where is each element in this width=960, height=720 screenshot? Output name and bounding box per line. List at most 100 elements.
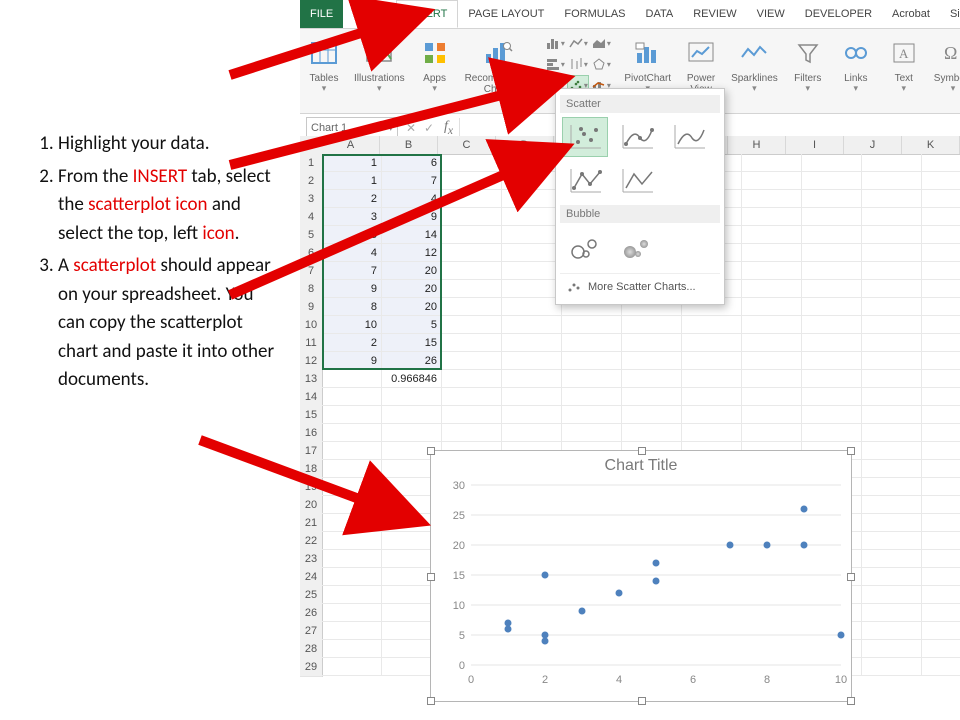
row-header[interactable]: 9 — [300, 298, 323, 317]
cell[interactable] — [922, 586, 960, 604]
cell[interactable] — [682, 370, 742, 388]
cell[interactable] — [802, 226, 862, 244]
cell[interactable] — [922, 316, 960, 334]
row-header[interactable]: 27 — [300, 622, 323, 641]
cell[interactable] — [862, 604, 922, 622]
cell[interactable]: 3 — [322, 208, 382, 226]
cell[interactable] — [622, 316, 682, 334]
insert-stock-chart-icon[interactable]: ▾ — [567, 54, 589, 74]
cell[interactable] — [442, 172, 502, 190]
row-header[interactable]: 16 — [300, 424, 323, 443]
cell[interactable] — [922, 478, 960, 496]
cell[interactable] — [802, 316, 862, 334]
row-header[interactable]: 20 — [300, 496, 323, 515]
cell[interactable]: 20 — [382, 298, 442, 316]
row-header[interactable]: 3 — [300, 190, 323, 209]
tab-data[interactable]: DATA — [636, 0, 684, 28]
row-header[interactable]: 29 — [300, 658, 323, 677]
cell[interactable]: 1 — [322, 154, 382, 172]
cell[interactable] — [562, 334, 622, 352]
ribbon-links[interactable]: Links▾ — [832, 33, 880, 109]
chart-title[interactable]: Chart Title — [431, 457, 851, 475]
cell[interactable]: 2 — [322, 190, 382, 208]
insert-radar-chart-icon[interactable]: ▾ — [590, 54, 612, 74]
cell[interactable]: 20 — [382, 280, 442, 298]
cell[interactable] — [322, 388, 382, 406]
row-header[interactable]: 1 — [300, 154, 323, 173]
cell[interactable] — [802, 280, 862, 298]
more-scatter-charts[interactable]: More Scatter Charts... — [560, 273, 720, 296]
cell[interactable] — [802, 406, 862, 424]
insert-bar-chart-icon[interactable]: ▾ — [544, 54, 566, 74]
cell[interactable]: 15 — [382, 334, 442, 352]
user-menu[interactable]: Siegle, Del▼ — [940, 0, 960, 28]
cell[interactable] — [802, 208, 862, 226]
row-header[interactable]: 22 — [300, 532, 323, 551]
cell[interactable] — [922, 622, 960, 640]
cell[interactable] — [442, 244, 502, 262]
row-header[interactable]: 28 — [300, 640, 323, 659]
col-header[interactable]: A — [322, 136, 380, 154]
row-header[interactable]: 26 — [300, 604, 323, 623]
col-header[interactable]: J — [844, 136, 902, 154]
cell[interactable] — [922, 334, 960, 352]
cell[interactable] — [862, 640, 922, 658]
cell[interactable] — [502, 406, 562, 424]
cell[interactable] — [862, 298, 922, 316]
cell[interactable] — [742, 388, 802, 406]
cell[interactable] — [442, 316, 502, 334]
ribbon-illustrations[interactable]: Illustrations▾ — [348, 33, 411, 109]
cell[interactable] — [502, 190, 562, 208]
cell[interactable] — [322, 532, 382, 550]
cell[interactable] — [562, 406, 622, 424]
cell[interactable] — [502, 154, 562, 172]
cell[interactable] — [862, 352, 922, 370]
ribbon-filters[interactable]: Filters▾ — [784, 33, 832, 109]
cancel-formula-icon[interactable]: ✕ — [402, 119, 420, 137]
fx-icon[interactable]: fx — [444, 119, 453, 137]
cell[interactable] — [802, 370, 862, 388]
cell[interactable] — [862, 262, 922, 280]
cell[interactable] — [922, 370, 960, 388]
embedded-scatter-chart[interactable]: Chart Title 0510152025300246810 — [430, 450, 852, 702]
cell[interactable] — [622, 388, 682, 406]
cell[interactable] — [622, 370, 682, 388]
col-header[interactable]: K — [902, 136, 960, 154]
ribbon-text[interactable]: A Text▾ — [880, 33, 928, 109]
cell[interactable] — [742, 262, 802, 280]
cell[interactable] — [682, 352, 742, 370]
scatter-option-straight-lines[interactable] — [614, 161, 660, 201]
cell[interactable] — [862, 568, 922, 586]
insert-area-chart-icon[interactable]: ▾ — [590, 33, 612, 53]
cell[interactable] — [922, 532, 960, 550]
cell[interactable] — [622, 406, 682, 424]
cell[interactable] — [322, 568, 382, 586]
cell[interactable] — [862, 406, 922, 424]
cell[interactable] — [922, 190, 960, 208]
tab-file[interactable]: FILE — [300, 0, 343, 28]
cell[interactable]: 26 — [382, 352, 442, 370]
cell[interactable] — [802, 172, 862, 190]
cell[interactable]: 7 — [322, 262, 382, 280]
ribbon-tables[interactable]: Tables▾ — [300, 33, 348, 109]
cell[interactable]: 2 — [322, 334, 382, 352]
row-header[interactable]: 21 — [300, 514, 323, 533]
cell[interactable] — [502, 172, 562, 190]
tab-formulas[interactable]: FORMULAS — [554, 0, 635, 28]
cell[interactable]: 12 — [382, 244, 442, 262]
bubble-option-3d[interactable] — [614, 227, 660, 267]
cell[interactable] — [442, 190, 502, 208]
cell[interactable]: 6 — [382, 154, 442, 172]
tab-developer[interactable]: DEVELOPER — [795, 0, 882, 28]
insert-line-chart-icon[interactable]: ▾ — [567, 33, 589, 53]
row-header[interactable]: 8 — [300, 280, 323, 299]
cell[interactable] — [922, 172, 960, 190]
cell[interactable] — [922, 226, 960, 244]
row-header[interactable]: 7 — [300, 262, 323, 281]
cell[interactable] — [742, 334, 802, 352]
row-header[interactable]: 15 — [300, 406, 323, 425]
cell[interactable]: 9 — [382, 208, 442, 226]
cell[interactable] — [502, 226, 562, 244]
cell[interactable] — [862, 514, 922, 532]
cell[interactable] — [442, 334, 502, 352]
